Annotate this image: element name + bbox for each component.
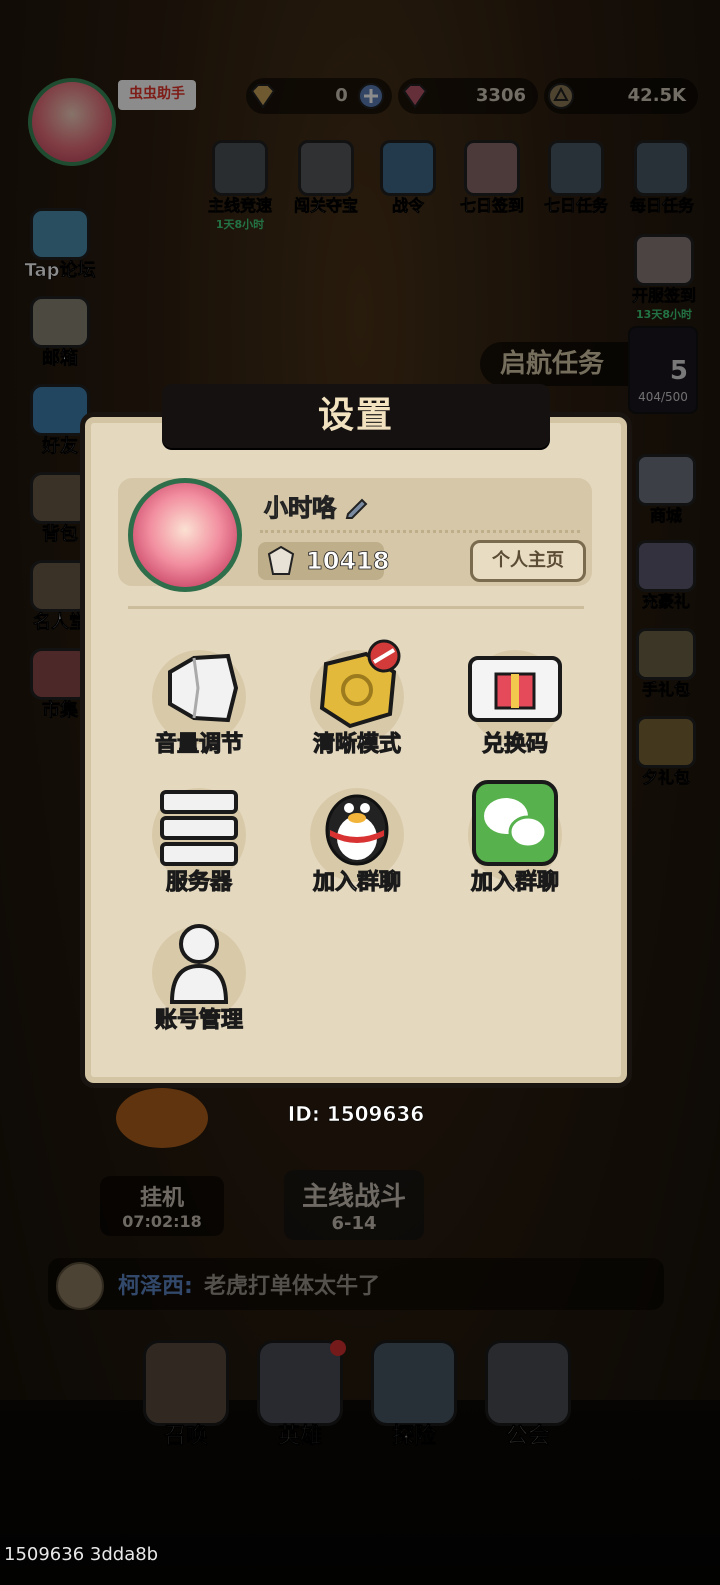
gift-ticket-icon [468, 656, 562, 722]
user-icon [169, 924, 229, 1004]
redeem-code-tile[interactable]: 兑换码 [450, 644, 580, 774]
disabled-icon [367, 639, 401, 673]
profile-divider [260, 530, 580, 533]
homepage-button[interactable]: 个人主页 [470, 540, 586, 582]
volume-tile[interactable]: 音量调节 [134, 644, 264, 774]
profile-avatar[interactable] [128, 478, 242, 592]
clarity-mode-tile[interactable]: 清晰模式 [292, 639, 422, 774]
join-qq-group-tile[interactable]: 加入群聊 [292, 782, 422, 912]
player-name-text: 小时咯 [264, 494, 337, 523]
server-icon [160, 790, 238, 866]
tile-label: 服务器 [165, 870, 232, 896]
account-management-tile[interactable]: 账号管理 [134, 920, 264, 1050]
tile-label: 兑换码 [481, 732, 548, 758]
power-crest-icon [267, 545, 295, 575]
wechat-icon [472, 780, 558, 866]
player-name[interactable]: 小时咯 [264, 488, 370, 523]
server-tile[interactable]: 服务器 [134, 782, 264, 912]
power-value: 10418 [306, 547, 390, 576]
player-id: ID: 1509636 [287, 1102, 425, 1127]
speaker-icon [168, 653, 239, 723]
edit-pencil-icon[interactable] [344, 494, 370, 520]
qq-penguin-icon [325, 794, 389, 866]
tile-label: 账号管理 [154, 1008, 243, 1034]
tile-label: 音量调节 [154, 732, 243, 758]
section-divider [128, 606, 584, 609]
tile-label: 加入群聊 [312, 870, 401, 896]
footer-id: 1509636 3dda8b [4, 1544, 159, 1565]
tile-label: 加入群聊 [470, 870, 559, 896]
modal-title: 设置 [317, 395, 394, 436]
tile-label: 清晰模式 [312, 732, 401, 758]
join-wechat-group-tile[interactable]: 加入群聊 [450, 780, 580, 912]
